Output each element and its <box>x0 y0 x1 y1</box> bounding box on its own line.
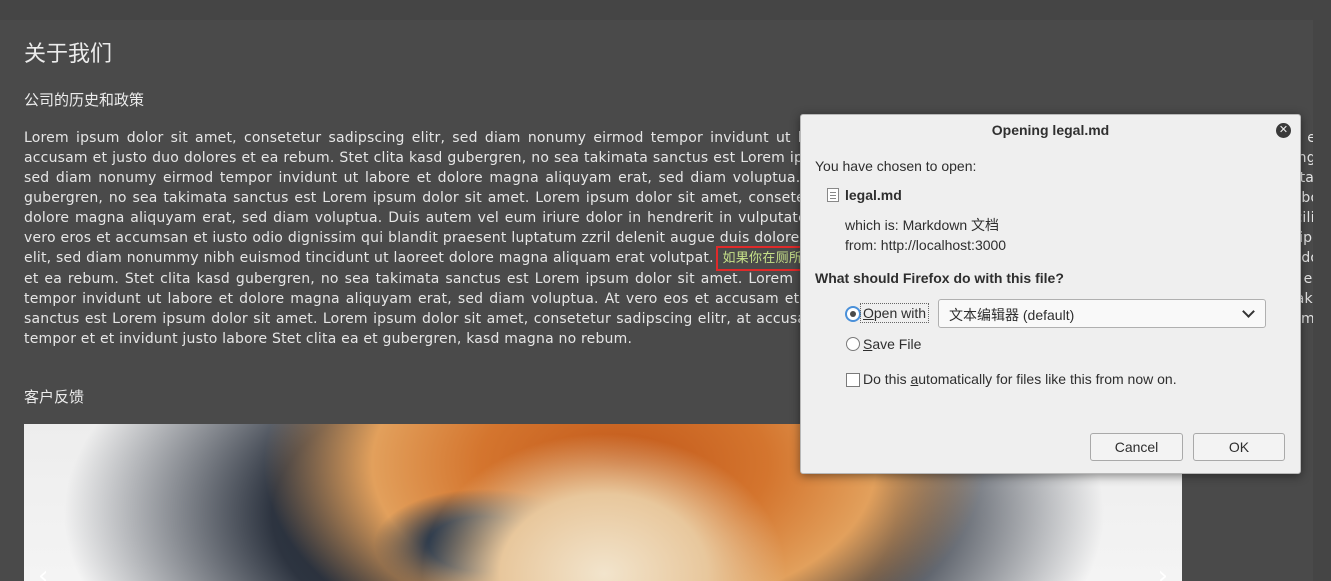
file-source: from: http://localhost:3000 <box>845 237 1007 253</box>
auto-action-label[interactable]: Do this automatically for files like thi… <box>863 371 1177 387</box>
open-with-radio[interactable] <box>846 307 860 321</box>
auto-action-checkbox[interactable] <box>846 373 860 387</box>
feedback-heading: 客户反馈 <box>24 388 85 406</box>
chevron-down-icon <box>1242 305 1255 318</box>
save-file-radio[interactable] <box>846 337 860 351</box>
carousel-prev-icon[interactable]: ‹ <box>38 563 48 581</box>
open-with-label[interactable]: Open with <box>860 303 930 323</box>
ok-button[interactable]: OK <box>1193 433 1285 461</box>
action-question: What should Firefox do with this file? <box>815 270 1064 286</box>
open-with-app-select[interactable]: 文本编辑器 (default) <box>938 299 1266 328</box>
file-name: legal.md <box>845 187 902 203</box>
save-file-label[interactable]: Save File <box>863 336 921 352</box>
auto-text-pre: Do this <box>863 371 911 387</box>
save-text: ave File <box>872 336 922 352</box>
save-mnemonic: S <box>863 336 873 352</box>
file-type: which is: Markdown 文档 <box>845 217 1000 233</box>
file-icon <box>827 188 839 202</box>
auto-text-rest: utomatically for files like this from no… <box>918 371 1177 387</box>
close-icon[interactable]: ✕ <box>1276 123 1291 138</box>
dialog-title: Opening legal.md <box>991 122 1110 138</box>
page-title: 关于我们 <box>24 42 113 67</box>
chosen-text: You have chosen to open: <box>815 158 977 174</box>
carousel-next-icon[interactable]: › <box>1158 563 1168 581</box>
download-dialog: Opening legal.md ✕ You have chosen to op… <box>800 114 1301 474</box>
open-with-mnemonic: O <box>863 305 874 321</box>
open-with-text: pen with <box>873 305 927 321</box>
app-select-value: 文本编辑器 (default) <box>949 307 1075 323</box>
cancel-button[interactable]: Cancel <box>1090 433 1183 461</box>
history-heading: 公司的历史和政策 <box>24 91 145 109</box>
